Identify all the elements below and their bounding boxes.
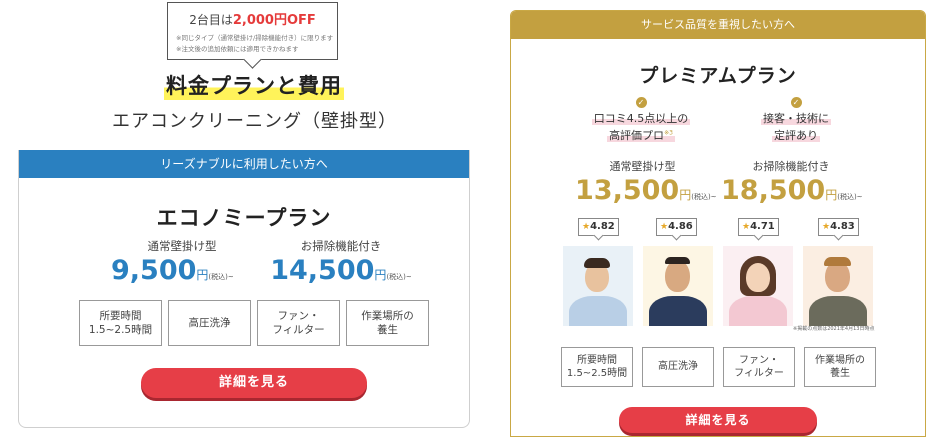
staff-photo: [723, 246, 793, 326]
discount-note-1: ※同じタイプ（通常壁掛け/掃除機能付き）に限ります: [176, 34, 334, 42]
rating-badge: ★4.71: [738, 218, 779, 236]
economy-plan-name: エコノミープラン: [156, 206, 332, 230]
price-tax: (税込)~: [691, 193, 717, 201]
feature-duration: 所要時間 1.5~2.5時間: [79, 300, 162, 346]
discount-title: 2台目は2,000円OFF: [168, 9, 337, 28]
price-label: お掃除機能付き: [300, 239, 382, 253]
price-value: 14,500円(税込)~: [251, 255, 431, 286]
merit-text: 高評価プロ: [609, 128, 665, 142]
rating-badge: ★4.82: [578, 218, 619, 236]
section-title: 料金プランと費用: [164, 70, 344, 100]
price-tax: (税込)~: [208, 273, 234, 281]
merit-reputation: ✓ 接客・技術に 定評あり: [731, 94, 861, 144]
price-yen: 円: [374, 268, 387, 282]
feature-label: 高圧洗浄: [658, 361, 698, 373]
premium-price-standard: 通常壁掛け型 13,500円(税込)~: [575, 158, 717, 206]
rating-badge: ★4.86: [656, 218, 697, 236]
premium-plan-name: プレミアムプラン: [639, 65, 797, 87]
price-amount: 18,500: [721, 175, 826, 206]
rating-value: 4.83: [830, 221, 855, 232]
check-icon: ✓: [635, 97, 647, 108]
feature-high-pressure-wash: 高圧洗浄: [168, 300, 251, 346]
discount-callout: 2台目は2,000円OFF ※同じタイプ（通常壁掛け/掃除機能付き）に限ります …: [167, 2, 338, 60]
price-value: 9,500円(税込)~: [107, 255, 257, 286]
staff-photo: [563, 246, 633, 326]
photo-footnote: ※掲載の点数は2021年4月13日時点: [793, 326, 875, 332]
price-label: 通常壁掛け型: [147, 239, 217, 253]
economy-plan-card: リーズナブルに利用したい方へ エコノミープラン 通常壁掛け型 9,500円(税込…: [18, 150, 470, 428]
feature-area-protection: 作業場所の 養生: [804, 347, 876, 387]
premium-details-button[interactable]: 詳細を見る: [619, 407, 817, 433]
price-amount: 9,500: [111, 255, 197, 286]
star-icon: ★: [742, 222, 751, 232]
feature-label: ファン・ フィルター: [272, 309, 325, 336]
rating-badge: ★4.83: [818, 218, 859, 236]
price-tax: (税込)~: [837, 193, 863, 201]
economy-price-cleaning: お掃除機能付き 14,500円(税込)~: [251, 238, 431, 286]
discount-note-2: ※注文後の追加依頼には適用できかねます: [176, 45, 299, 54]
rating-value: 4.82: [590, 221, 615, 232]
star-icon: ★: [822, 222, 831, 232]
economy-plan-banner: リーズナブルに利用したい方へ: [19, 150, 469, 178]
section-subtitle: エアコンクリーニング（壁掛型）: [112, 111, 397, 132]
discount-notes: ※同じタイプ（通常壁掛け/掃除機能付き）に限ります ※注文後の追加依頼には適用で…: [168, 33, 337, 55]
feature-label: ファン・ フィルター: [734, 354, 784, 380]
check-icon: ✓: [790, 97, 802, 108]
star-icon: ★: [582, 222, 591, 232]
merit-line-1: 口コミ4.5点以上の: [591, 112, 691, 125]
staff-photo: [643, 246, 713, 326]
feature-label: 高圧洗浄: [188, 316, 231, 329]
price-yen: 円: [196, 268, 209, 282]
feature-fan-filter: ファン・ フィルター: [723, 347, 795, 387]
feature-label: 作業場所の 養生: [815, 354, 865, 380]
rating-value: 4.86: [668, 221, 693, 232]
price-amount: 13,500: [575, 175, 680, 206]
merit-footnote: ※3: [664, 128, 673, 136]
price-value: 13,500円(税込)~: [575, 175, 717, 206]
staff-photo: [803, 246, 873, 326]
merit-high-rating: ✓ 口コミ4.5点以上の 高評価プロ※3: [571, 94, 711, 144]
price-label: 通常壁掛け型: [609, 160, 676, 173]
merit-line-1: 接客・技術に: [761, 112, 831, 125]
feature-duration: 所要時間 1.5~2.5時間: [561, 347, 633, 387]
feature-high-pressure-wash: 高圧洗浄: [642, 347, 714, 387]
discount-amount: 2,000円OFF: [232, 13, 316, 28]
economy-plan-section: 2台目は2,000円OFF ※同じタイプ（通常壁掛け/掃除機能付き）に限ります …: [0, 0, 480, 437]
price-amount: 14,500: [270, 255, 375, 286]
feature-label: 所要時間 1.5~2.5時間: [88, 309, 153, 336]
price-tax: (税込)~: [386, 273, 412, 281]
price-value: 18,500円(税込)~: [721, 175, 863, 206]
rating-value: 4.71: [750, 221, 775, 232]
feature-fan-filter: ファン・ フィルター: [257, 300, 340, 346]
price-yen: 円: [825, 188, 838, 202]
feature-label: 作業場所の 養生: [361, 309, 414, 336]
feature-label: 所要時間 1.5~2.5時間: [566, 354, 628, 380]
price-label: お掃除機能付き: [752, 160, 830, 173]
premium-plan-card: サービス品質を重視したい方へ プレミアムプラン ✓ 口コミ4.5点以上の 高評価…: [510, 10, 926, 437]
economy-details-button[interactable]: 詳細を見る: [141, 368, 367, 398]
discount-prefix: 2台目は: [189, 13, 233, 27]
star-icon: ★: [660, 222, 669, 232]
premium-price-cleaning: お掃除機能付き 18,500円(税込)~: [721, 158, 863, 206]
price-yen: 円: [679, 188, 692, 202]
merit-line-2: 高評価プロ※3: [607, 128, 675, 142]
economy-price-standard: 通常壁掛け型 9,500円(税込)~: [107, 238, 257, 286]
merit-line-2: 定評あり: [772, 128, 820, 142]
feature-area-protection: 作業場所の 養生: [346, 300, 429, 346]
premium-plan-banner: サービス品質を重視したい方へ: [511, 11, 925, 39]
